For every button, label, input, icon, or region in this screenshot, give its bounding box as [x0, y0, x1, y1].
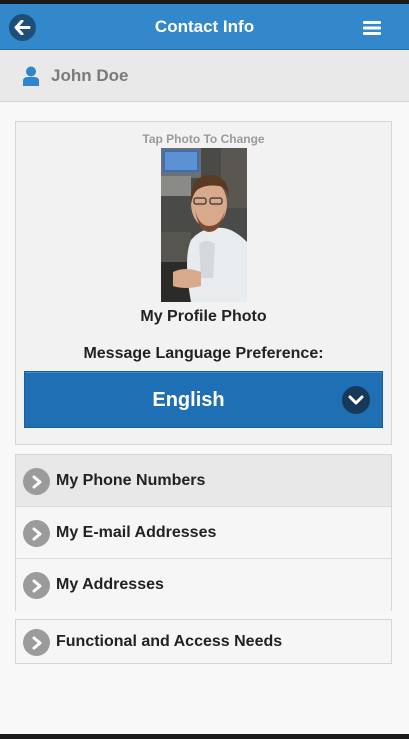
app-screen: Contact Info John Doe Tap Photo To Chang…: [0, 4, 409, 734]
list-item-email-addresses[interactable]: My E-mail Addresses: [16, 507, 391, 559]
list-item-label: My Phone Numbers: [56, 472, 206, 489]
back-button[interactable]: [9, 14, 36, 41]
tap-photo-hint: Tap Photo To Change: [142, 132, 265, 146]
chevron-right-icon: [23, 520, 50, 547]
chevron-right-icon: [23, 468, 50, 495]
list-item-label: My E-mail Addresses: [56, 524, 217, 541]
list-item-label: My Addresses: [56, 576, 164, 593]
bottom-edge: [0, 734, 409, 739]
user-bar: John Doe: [0, 50, 409, 102]
list-item-addresses[interactable]: My Addresses: [16, 559, 391, 611]
contact-sections-list: My Phone Numbers My E-mail Addresses My …: [15, 454, 392, 611]
user-name: John Doe: [51, 66, 129, 85]
list-item-phone-numbers[interactable]: My Phone Numbers: [16, 455, 391, 507]
chevron-right-icon: [23, 572, 50, 599]
arrow-left-icon: [14, 20, 31, 35]
chevron-down-icon: [342, 386, 370, 414]
person-icon: [23, 66, 39, 86]
page-title: Contact Info: [154, 17, 255, 36]
hamburger-menu-icon: [363, 21, 381, 35]
profile-photo-image: [161, 148, 247, 302]
header-bar: Contact Info: [0, 4, 409, 50]
list-item-access-needs[interactable]: Functional and Access Needs: [15, 619, 392, 664]
profile-photo-label: My Profile Photo: [140, 308, 267, 325]
language-select[interactable]: English: [24, 371, 383, 428]
language-preference-label: Message Language Preference:: [83, 345, 324, 362]
profile-photo-card: Tap Photo To Change My Profile Photo Mes…: [15, 121, 392, 445]
list-item-label: Functional and Access Needs: [56, 633, 283, 650]
chevron-right-icon: [23, 629, 50, 656]
menu-button[interactable]: [359, 17, 385, 39]
profile-photo[interactable]: [161, 148, 247, 302]
language-selected-value: English: [152, 389, 225, 411]
